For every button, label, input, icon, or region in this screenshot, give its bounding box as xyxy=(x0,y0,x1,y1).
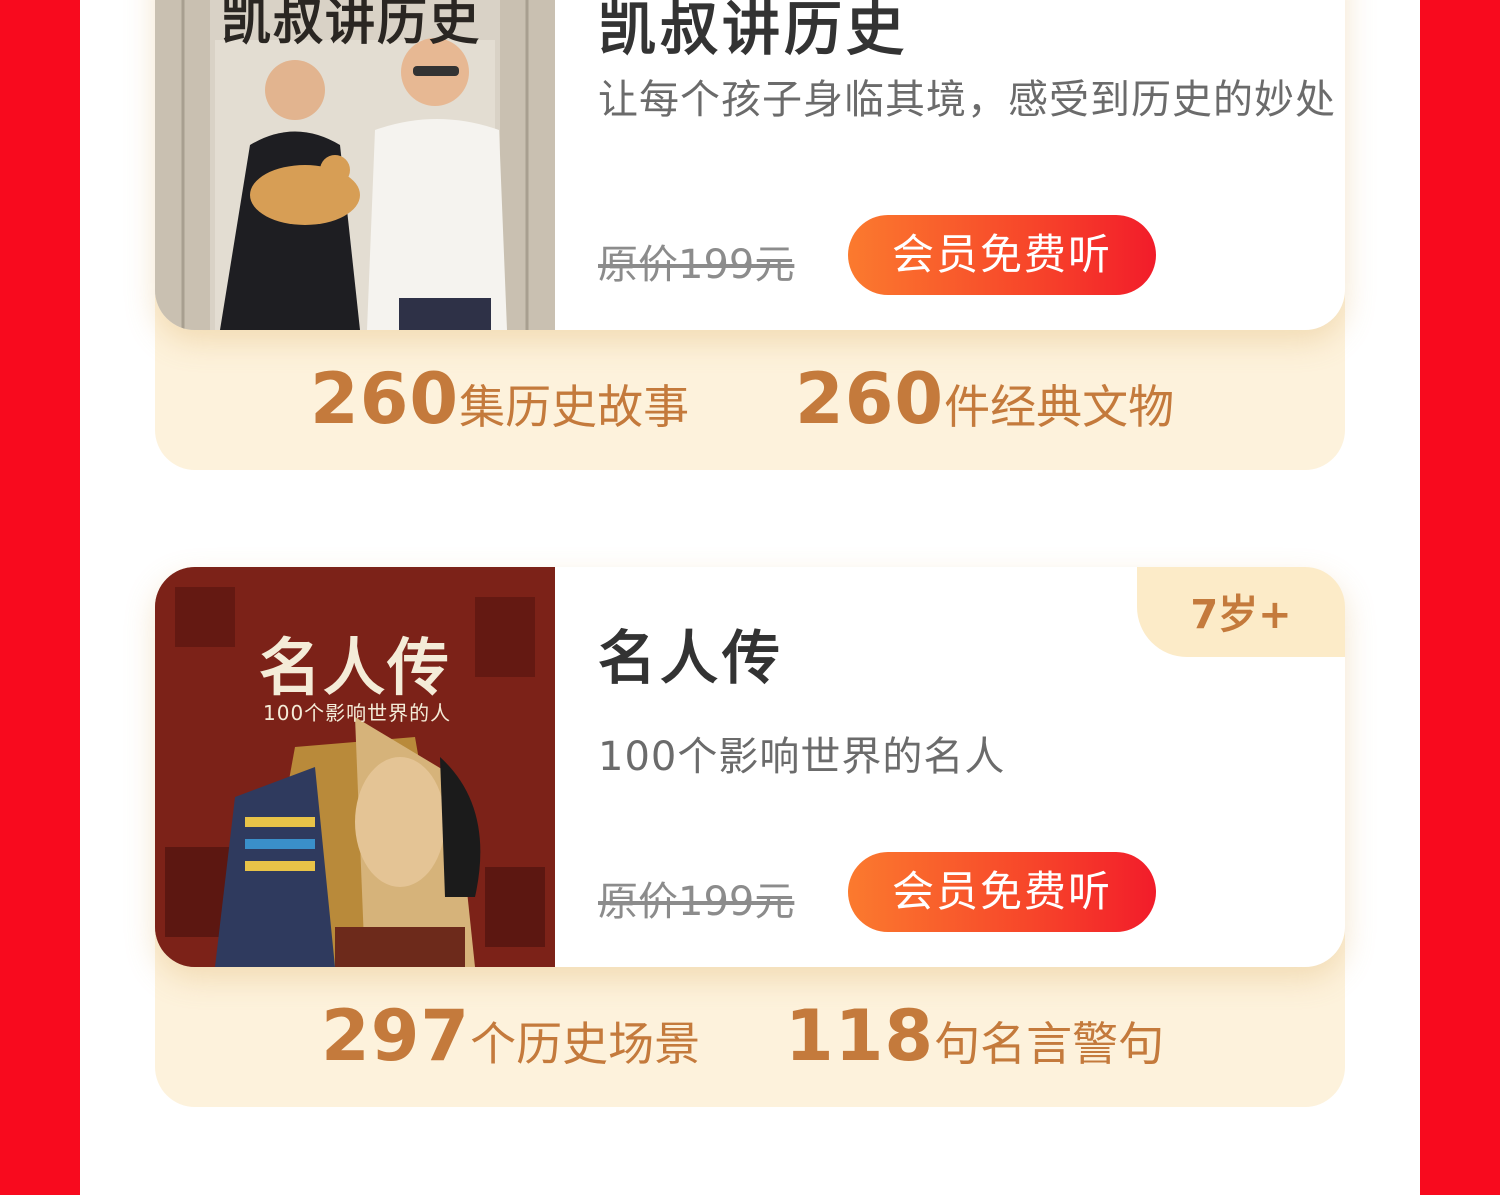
stat-story-count: 260集历史故事 xyxy=(310,358,689,440)
member-free-listen-button[interactable]: 会员免费听 xyxy=(848,852,1156,932)
course-description: 让每个孩子身临其境，感受到历史的妙处 xyxy=(598,77,1336,123)
stat-number: 260 xyxy=(795,358,945,440)
course-cover-kaishu-history[interactable]: 凯叔讲历史 xyxy=(155,0,555,330)
course-stats: 297个历史场景 118句名言警句 xyxy=(155,967,1345,1107)
member-free-listen-button[interactable]: 会员免费听 xyxy=(848,215,1156,295)
stat-relic-count: 260件经典文物 xyxy=(795,358,1174,440)
stat-scene-count: 297个历史场景 xyxy=(321,995,700,1077)
stat-label: 集历史故事 xyxy=(459,380,690,434)
course-cover-celebrities[interactable]: 名人传 100个影响世界的人 xyxy=(155,567,555,967)
stat-label: 个历史场景 xyxy=(470,1017,701,1071)
course-title: 凯叔讲历史 xyxy=(598,0,909,63)
stat-number: 260 xyxy=(310,358,460,440)
stat-quote-count: 118句名言警句 xyxy=(785,995,1164,1077)
course-description: 100个影响世界的名人 xyxy=(598,734,1006,780)
course-card-celebrities[interactable]: 名人传 100个影响世界的人 名人传 100个影响世界的名人 原价199元 会员… xyxy=(155,567,1345,1107)
original-price: 原价199元 xyxy=(598,242,795,288)
course-stats: 260集历史故事 260件经典文物 xyxy=(155,330,1345,470)
stat-number: 297 xyxy=(321,995,471,1077)
stat-label: 句名言警句 xyxy=(934,1017,1165,1071)
cover-subtitle: 100个影响世界的人 xyxy=(263,701,452,725)
stat-number: 118 xyxy=(785,995,935,1077)
cover-title: 名人传 xyxy=(259,631,452,704)
course-card-kaishu-history[interactable]: 凯叔讲历史 凯叔讲历史 让每个孩子身临其境，感受到历史的妙处 原价199元 会员… xyxy=(155,0,1345,470)
age-tag: 7岁+ xyxy=(1137,567,1345,657)
original-price: 原价199元 xyxy=(598,879,795,925)
stat-label: 件经典文物 xyxy=(944,380,1175,434)
course-card-body[interactable]: 凯叔讲历史 凯叔讲历史 让每个孩子身临其境，感受到历史的妙处 原价199元 会员… xyxy=(155,0,1345,330)
course-title: 名人传 xyxy=(598,624,785,692)
content-panel: 凯叔讲历史 凯叔讲历史 让每个孩子身临其境，感受到历史的妙处 原价199元 会员… xyxy=(80,0,1420,1195)
cover-title: 凯叔讲历史 xyxy=(221,0,481,51)
course-card-body[interactable]: 名人传 100个影响世界的人 名人传 100个影响世界的名人 原价199元 会员… xyxy=(155,567,1345,967)
